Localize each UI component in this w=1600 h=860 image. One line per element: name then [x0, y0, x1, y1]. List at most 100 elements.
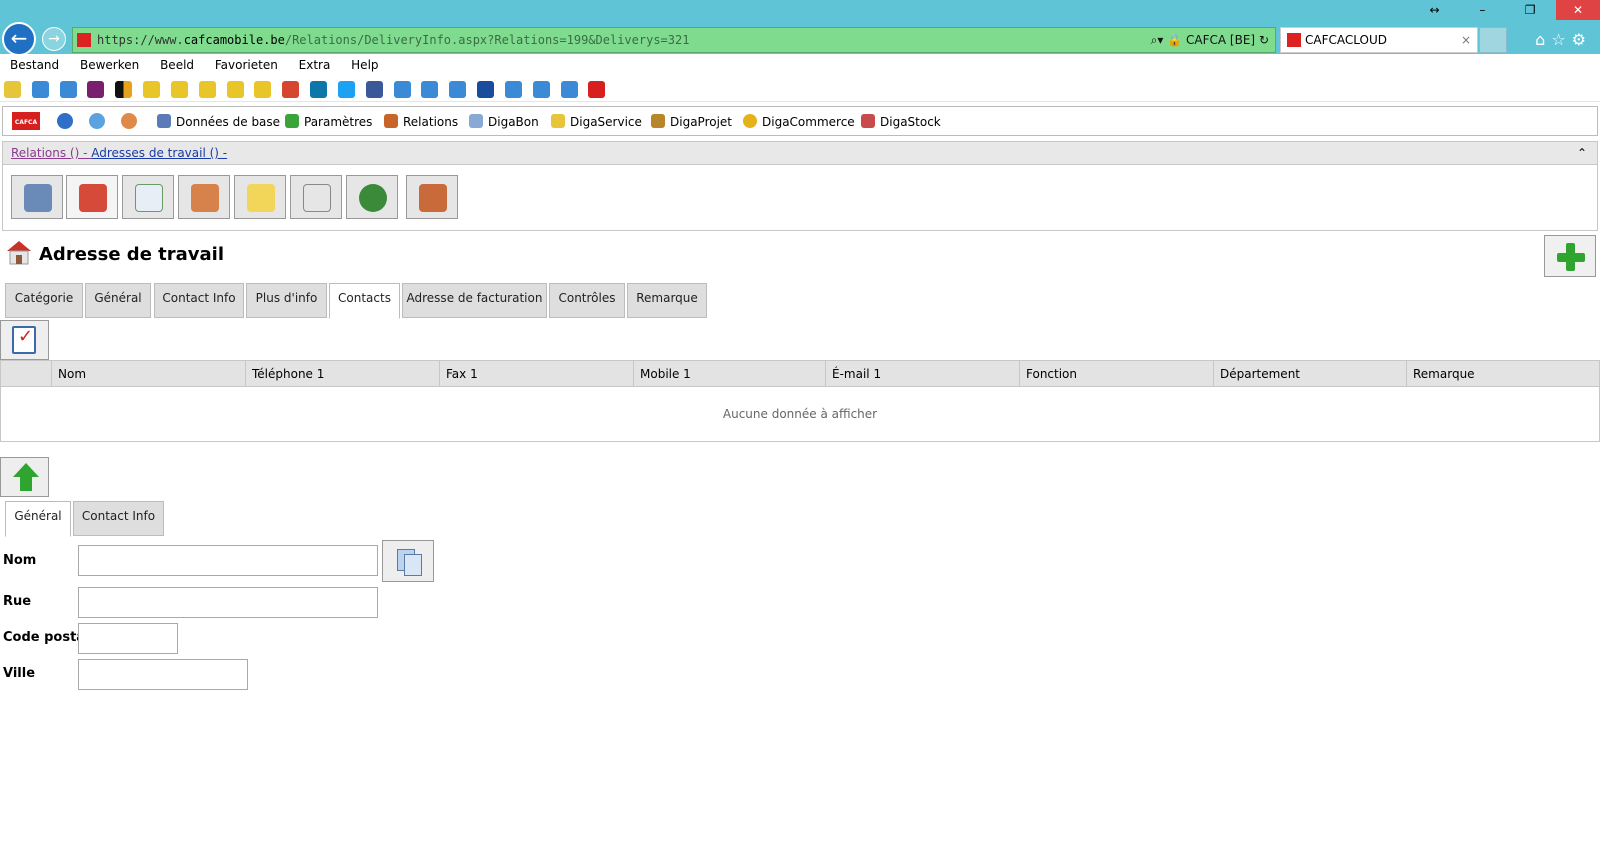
column-remarque[interactable]: Remarque	[1406, 361, 1599, 387]
work-address-button[interactable]	[66, 175, 118, 219]
menu-donnees-de-base[interactable]: Données de base	[157, 114, 280, 129]
menu-beeld[interactable]: Beeld	[150, 54, 201, 72]
add-button[interactable]	[1544, 235, 1596, 277]
menu-help[interactable]: Help	[341, 54, 385, 72]
nom-input[interactable]	[78, 545, 378, 576]
url-scheme: https://www.	[97, 33, 184, 47]
cafca-logo[interactable]: CAFCA	[12, 112, 40, 130]
menu-relations[interactable]: Relations	[384, 114, 458, 129]
menu-bewerken[interactable]: Bewerken	[70, 54, 146, 72]
column-fax-1[interactable]: Fax 1	[439, 361, 633, 387]
breadcrumb-adresses[interactable]: Adresses de travail () -	[91, 146, 227, 160]
documents-icon	[303, 184, 331, 212]
facebook-icon[interactable]	[365, 81, 383, 98]
contact-person-button[interactable]	[178, 175, 230, 219]
yellow-link-icon[interactable]	[254, 81, 272, 98]
ie-link-icon[interactable]	[31, 81, 49, 98]
cafca-link-icon[interactable]	[588, 81, 606, 98]
column-mobile-1[interactable]: Mobile 1	[633, 361, 825, 387]
tab-contact-info[interactable]: Contact Info	[154, 283, 244, 318]
code-postal-input[interactable]	[78, 623, 178, 654]
yellow-link-icon[interactable]	[198, 81, 216, 98]
yellow-link-icon[interactable]	[226, 81, 244, 98]
menu-digastock[interactable]: DigaStock	[861, 114, 941, 129]
forward-button[interactable]: →	[42, 27, 66, 51]
web-button[interactable]	[346, 175, 398, 219]
users-button[interactable]	[406, 175, 458, 219]
ie-link-icon[interactable]	[59, 81, 77, 98]
restore-size-icon[interactable]: ↔	[1413, 0, 1457, 20]
address-bar[interactable]: https://www.cafcamobile.be/Relations/Del…	[72, 27, 1276, 53]
menu-parametres[interactable]: Paramètres	[285, 114, 372, 129]
building-button[interactable]	[11, 175, 63, 219]
yellow-link-icon[interactable]	[170, 81, 188, 98]
column-nom[interactable]: Nom	[51, 361, 245, 387]
new-tab-button[interactable]	[1479, 27, 1507, 53]
menu-bestand[interactable]: Bestand	[0, 54, 66, 72]
ie-link-icon[interactable]	[421, 81, 439, 98]
menu-digabon[interactable]: DigaBon	[469, 114, 539, 129]
twitter-icon[interactable]	[337, 81, 355, 98]
subtab-contact-info[interactable]: Contact Info	[73, 501, 164, 536]
column-telephone-1[interactable]: Téléphone 1	[245, 361, 439, 387]
tab-adresse-de-facturation[interactable]: Adresse de facturation	[402, 283, 547, 318]
globe-link-icon[interactable]	[477, 81, 495, 98]
site-identity[interactable]: CAFCA [BE]	[1186, 33, 1255, 47]
column-email-1[interactable]: É-mail 1	[825, 361, 1019, 387]
maximize-icon[interactable]: ❐	[1508, 0, 1552, 20]
flag-link-icon[interactable]	[115, 81, 133, 98]
tab-general[interactable]: Général	[85, 283, 151, 318]
search-icon[interactable]: ⌕▾	[1151, 33, 1164, 47]
rue-input[interactable]	[78, 587, 378, 618]
column-fonction[interactable]: Fonction	[1019, 361, 1213, 387]
mail-button[interactable]	[122, 175, 174, 219]
menu-digaprojet[interactable]: DigaProjet	[651, 114, 732, 129]
tab-categorie[interactable]: Catégorie	[5, 283, 83, 318]
menu-label: DigaProjet	[670, 115, 733, 129]
breadcrumb-relations[interactable]: Relations () -	[11, 146, 91, 160]
tab-plus-dinfo[interactable]: Plus d'info	[246, 283, 327, 318]
ie-link-icon[interactable]	[393, 81, 411, 98]
back-button[interactable]: ←	[2, 22, 36, 56]
menu-digaservice[interactable]: DigaService	[551, 114, 642, 129]
folder-button[interactable]	[234, 175, 286, 219]
minimize-icon[interactable]: –	[1460, 0, 1504, 20]
tab-controles[interactable]: Contrôles	[549, 283, 625, 318]
collapse-icon[interactable]: ⌃	[1577, 142, 1587, 164]
checklist-button[interactable]	[0, 320, 49, 360]
move-up-button[interactable]	[0, 457, 49, 497]
close-window-icon[interactable]: ✕	[1556, 0, 1600, 20]
menu-extra[interactable]: Extra	[289, 54, 338, 72]
grid-empty-message: Aucune donnée à afficher	[722, 407, 878, 421]
home-icon[interactable]: ⌂	[1535, 30, 1551, 49]
tab-close-icon[interactable]: ×	[1461, 28, 1471, 52]
tab-remarque[interactable]: Remarque	[627, 283, 707, 318]
yellow-link-icon[interactable]	[143, 81, 161, 98]
documents-button[interactable]	[290, 175, 342, 219]
linkedin-icon[interactable]	[310, 81, 328, 98]
globe-icon[interactable]	[57, 113, 73, 129]
subtab-general[interactable]: Général	[5, 501, 71, 537]
refresh-icon[interactable]: ↻	[1259, 33, 1269, 47]
google-plus-icon[interactable]	[282, 81, 300, 98]
ie-link-icon[interactable]	[504, 81, 522, 98]
column-departement[interactable]: Département	[1213, 361, 1406, 387]
menu-favorieten[interactable]: Favorieten	[205, 54, 285, 72]
h-link-icon[interactable]	[87, 81, 105, 98]
settings-gear-icon[interactable]: ⚙	[1572, 30, 1592, 49]
favorites-star-icon[interactable]: ☆	[1551, 30, 1571, 49]
menu-digacommerce[interactable]: DigaCommerce	[743, 114, 855, 129]
lock-icon[interactable]: 🔒	[1167, 33, 1182, 47]
ville-input[interactable]	[78, 659, 248, 690]
ie-link-icon[interactable]	[560, 81, 578, 98]
add-favorite-icon[interactable]	[4, 81, 21, 98]
plus-icon-stem	[1566, 243, 1575, 271]
ie-link-icon[interactable]	[449, 81, 467, 98]
grid-select-column[interactable]	[1, 361, 51, 387]
copy-button[interactable]	[382, 540, 434, 582]
tab-contacts[interactable]: Contacts	[329, 283, 400, 319]
browser-tab[interactable]: CAFCACLOUD ×	[1280, 27, 1478, 53]
user-icon[interactable]	[121, 113, 137, 129]
sync-icon[interactable]	[89, 113, 105, 129]
ie-link-icon[interactable]	[532, 81, 550, 98]
